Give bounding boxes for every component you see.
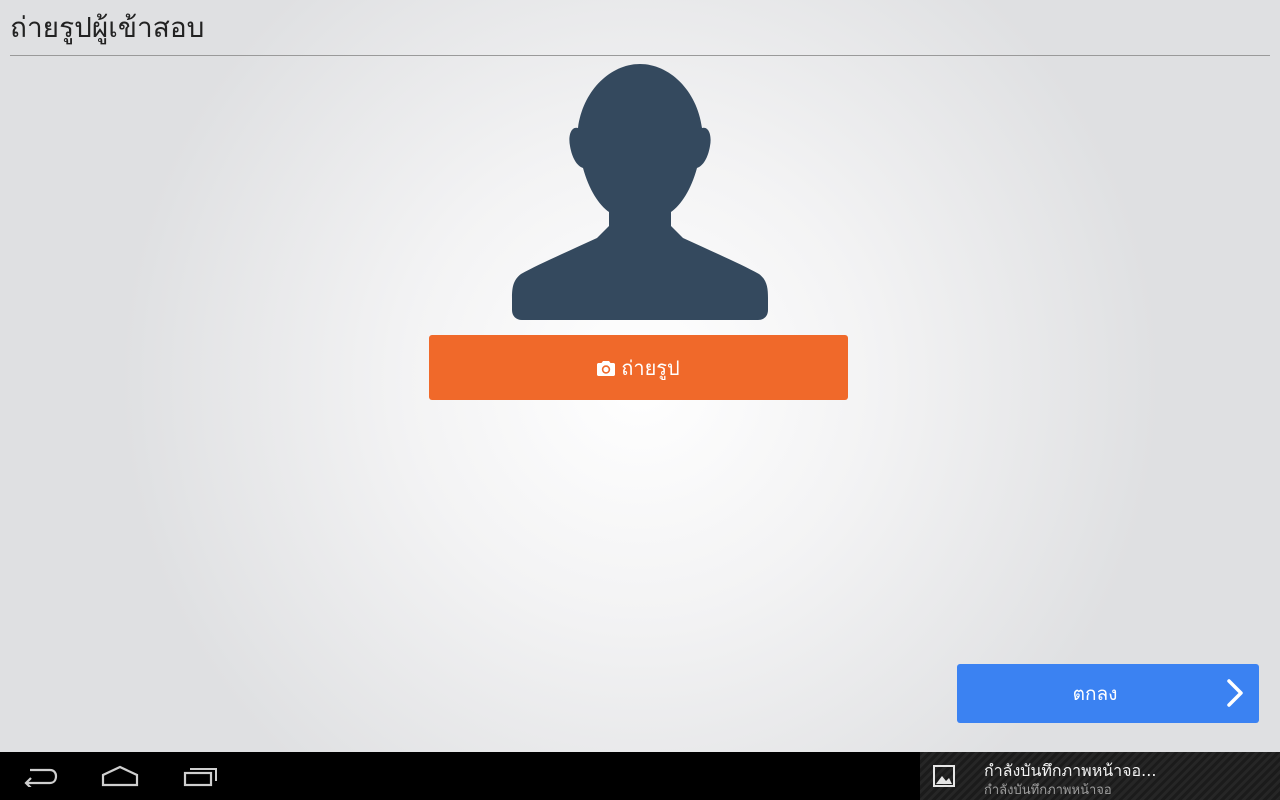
screenshot-notification[interactable]: กำลังบันทึกภาพหน้าจอ... กำลังบันทึกภาพหน…: [920, 752, 1280, 800]
recent-apps-button[interactable]: [166, 752, 236, 800]
ok-button[interactable]: ตกลง: [957, 664, 1259, 723]
person-silhouette-icon: [512, 64, 768, 320]
back-button[interactable]: [5, 752, 75, 800]
title-divider: [10, 55, 1270, 56]
chevron-right-icon: [1227, 679, 1243, 707]
take-photo-button[interactable]: ถ่ายรูป: [429, 335, 848, 400]
image-icon: [933, 765, 955, 787]
page-title: ถ่ายรูปผู้เข้าสอบ: [10, 11, 205, 44]
app-screen: ถ่ายรูปผู้เข้าสอบ ถ่ายรูป ตกลง: [0, 0, 1280, 752]
take-photo-label: ถ่ายรูป: [621, 355, 680, 380]
back-icon: [24, 768, 58, 787]
notification-subtitle: กำลังบันทึกภาพหน้าจอ: [984, 783, 1112, 798]
home-icon: [101, 765, 139, 787]
ok-button-label: ตกลง: [1072, 682, 1118, 705]
camera-icon: [597, 360, 616, 376]
home-button[interactable]: [85, 752, 155, 800]
recent-apps-icon: [183, 768, 217, 787]
